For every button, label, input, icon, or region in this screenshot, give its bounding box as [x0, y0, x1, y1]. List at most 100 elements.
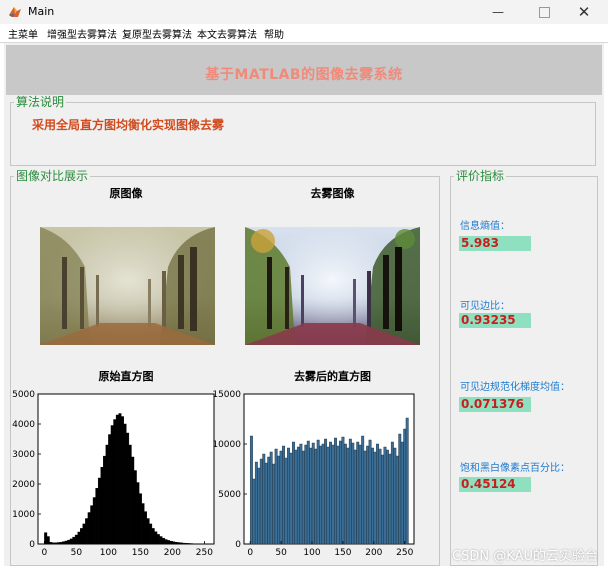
- maximize-button[interactable]: [522, 0, 566, 24]
- histogram-bar: [292, 441, 295, 545]
- histogram-bar: [182, 542, 186, 545]
- matlab-icon: [9, 7, 21, 17]
- histogram-bar: [351, 442, 355, 545]
- histogram-bar: [284, 457, 288, 545]
- x-tick-label: 150: [132, 548, 149, 558]
- gradient-mean-label: 可见边规范化梯度均值：: [460, 382, 570, 393]
- histogram-bar: [120, 416, 124, 545]
- histogram-bar: [358, 444, 362, 545]
- y-tick-label: 0: [235, 540, 241, 550]
- algorithm-description: 采用全局直方图均衡化实现图像去雾: [32, 118, 225, 132]
- menu-help[interactable]: 帮助: [264, 26, 284, 41]
- dehazed-image-title: 去雾图像: [310, 187, 355, 200]
- histogram-bar: [113, 419, 117, 545]
- compare-panel-legend: 图像对比展示: [14, 169, 91, 183]
- window-title: Main: [28, 5, 55, 18]
- histogram-bar: [103, 455, 107, 545]
- histogram-bar: [311, 442, 315, 545]
- minimize-button[interactable]: —: [476, 0, 520, 24]
- close-button[interactable]: ✕: [562, 0, 606, 24]
- histogram-bar: [395, 455, 399, 545]
- histogram-bar: [393, 447, 397, 545]
- histogram-bar: [363, 450, 367, 545]
- histogram-bar: [289, 452, 293, 545]
- histogram-bar: [383, 446, 387, 545]
- close-icon: ✕: [577, 3, 591, 21]
- histogram-bar: [282, 445, 286, 545]
- x-tick-label: 50: [71, 548, 83, 558]
- original-histogram-chart: 010002000300040005000 0 50 100 150 200 250: [12, 390, 215, 558]
- original-histogram-title: 原始直方图: [98, 370, 154, 383]
- histogram-bar: [321, 443, 325, 545]
- histogram-bar: [131, 456, 135, 545]
- histogram-bar: [398, 433, 402, 545]
- saturated-pixel-label: 饱和黑白像素点百分比：: [460, 463, 570, 474]
- histogram-bar: [90, 505, 94, 545]
- histogram-bar: [262, 453, 266, 545]
- y-tick-label: 10000: [212, 440, 241, 450]
- histogram-bar: [161, 537, 165, 545]
- dehazed-image: [245, 227, 420, 345]
- x-tick-label: 200: [164, 548, 181, 558]
- histogram-bar: [304, 444, 308, 545]
- histogram-bar: [346, 447, 350, 545]
- x-tick-label: 0: [42, 548, 48, 558]
- histogram-bar: [301, 450, 305, 545]
- histogram-bar: [184, 543, 188, 545]
- histogram-bar: [126, 432, 130, 545]
- histogram-bar: [123, 423, 127, 545]
- histogram-bar: [294, 449, 298, 545]
- histogram-bar: [67, 539, 71, 545]
- histogram-bar: [376, 443, 379, 545]
- histogram-bar: [95, 487, 99, 545]
- histogram-bar: [110, 425, 114, 545]
- histogram-bar: [46, 536, 50, 545]
- histogram-bar: [128, 444, 132, 545]
- entropy-value: 5.983: [459, 236, 531, 251]
- histogram-bar: [164, 539, 168, 545]
- histogram-bar: [366, 445, 370, 545]
- x-tick-label: 150: [334, 548, 351, 558]
- histogram-bar: [316, 439, 320, 545]
- histogram-bar: [167, 540, 171, 545]
- y-tick-label: 2000: [12, 480, 35, 490]
- y-tick-label: 15000: [212, 390, 241, 400]
- menu-main[interactable]: 主菜单: [8, 26, 38, 41]
- histogram-bar: [331, 444, 335, 545]
- histogram-bar: [252, 478, 256, 545]
- menu-restoration-dehaze[interactable]: 复原型去雾算法: [122, 26, 192, 41]
- title-bar: Main — ✕: [0, 0, 608, 25]
- gradient-mean-value: 0.071376: [459, 397, 531, 412]
- visible-edge-ratio-label: 可见边比：: [460, 301, 510, 312]
- histogram-bar: [146, 518, 150, 545]
- histogram-bar: [390, 441, 394, 545]
- x-tick-label: 100: [100, 548, 117, 558]
- menu-proposed-dehaze[interactable]: 本文去雾算法: [197, 26, 257, 41]
- histogram-bar: [59, 541, 63, 545]
- histogram-bar: [249, 435, 253, 545]
- histogram-bar: [381, 454, 384, 545]
- histogram-bar: [80, 528, 83, 545]
- menu-enhancement-dehaze[interactable]: 增强型去雾算法: [47, 26, 117, 41]
- histogram-bar: [378, 448, 382, 545]
- histogram-bar: [385, 449, 389, 545]
- histogram-bar: [174, 541, 178, 545]
- histogram-bar: [388, 453, 392, 545]
- histogram-bar: [269, 451, 273, 545]
- histogram-bar: [149, 523, 153, 545]
- histogram-bar: [338, 440, 342, 545]
- histogram-bar: [144, 511, 148, 545]
- algorithm-panel: [10, 102, 596, 166]
- histogram-bar: [151, 528, 155, 545]
- histogram-bar: [319, 445, 323, 545]
- histogram-bar: [108, 434, 112, 545]
- histogram-bar: [177, 542, 181, 545]
- histogram-bar: [54, 542, 58, 545]
- histogram-bar: [361, 435, 365, 545]
- histogram-bar: [64, 540, 68, 545]
- banner-title: 基于MATLAB的图像去雾系统: [205, 67, 403, 83]
- histogram-bar: [85, 518, 89, 545]
- y-tick-label: 1000: [12, 510, 35, 520]
- y-tick-label: 3000: [12, 450, 35, 460]
- saturated-pixel-value: 0.45124: [459, 477, 531, 492]
